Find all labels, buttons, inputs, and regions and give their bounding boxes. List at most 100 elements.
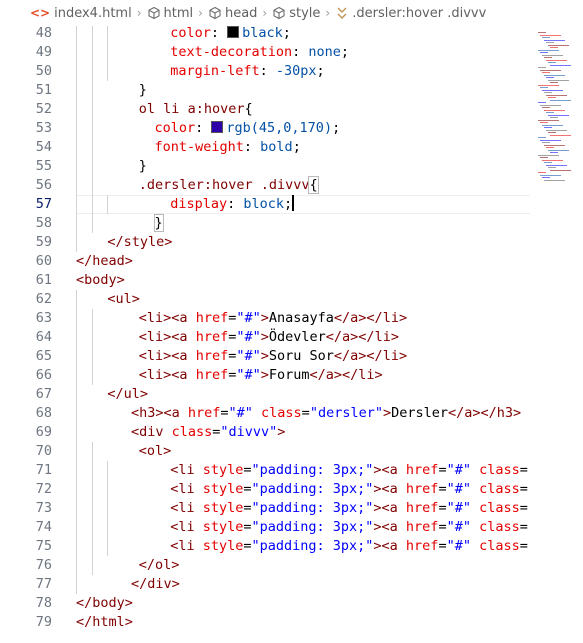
code-line[interactable]: 57 display: block; [0,195,530,214]
indent-guide [76,442,77,461]
code-line[interactable]: 73 <li style="padding: 3px;"><a href="#" … [0,499,530,518]
indent-guide [91,556,93,575]
minimap-line [546,59,567,61]
code-token: ; [316,63,325,79]
code-token: <body> [76,272,125,288]
minimap-line [544,57,552,58]
code-line[interactable]: 79 </html> [0,613,530,632]
code-token: <li [170,519,203,535]
code-line[interactable]: 68 <h3><a href="#" class="dersler">Dersle… [0,404,530,423]
code-text: display: block; [170,195,295,214]
line-number: 50 [35,63,52,79]
code-token: ; [340,44,350,60]
code-line[interactable]: 58} [0,214,530,233]
code-token: text-decoration [170,44,293,60]
code-token: font-weight [154,139,244,155]
code-token: = [519,519,528,535]
indent-guide [91,138,93,157]
breadcrumb-item[interactable]: head [208,6,257,21]
line-number: 71 [35,462,52,478]
line-number: 73 [35,500,52,516]
code-text: margin-left: -30px; [170,62,324,81]
code-editor[interactable]: 48 color: black; 49 text-decoration: none; 5… [0,26,530,643]
indent-guide [91,43,93,62]
code-text: <li><a href="#">Forum</a></li> [139,366,383,385]
code-text: } [139,81,147,100]
code-text: <h3><a href="#" class="dersler">Dersler<… [131,404,521,423]
code-line[interactable]: 70 <ol> [0,442,530,461]
minimap-line [544,39,565,41]
minimap-line [550,99,571,101]
minimap-line [542,124,563,126]
minimap[interactable] [530,26,583,643]
code-token: "#" [446,481,471,497]
code-token: = [220,405,229,421]
code-line[interactable]: 52 ol li a:hover{ [0,100,530,119]
code-text: <li><a href="#">Soru Sor</a></li> [139,347,407,366]
code-line[interactable]: 59 </style> [0,233,530,252]
code-line[interactable]: 76 </ol> [0,556,530,575]
code-line[interactable]: 67 </ul> [0,385,530,404]
code-token: <li [170,462,203,478]
breadcrumb-item[interactable]: style [272,6,320,21]
code-line[interactable]: 56 .dersler:hover .divvv{ [0,176,530,195]
code-line[interactable]: 63 <li><a href="#">Anasayfa</a></li> [0,309,530,328]
code-token: </a></li> [333,310,408,326]
code-token: ><a [373,462,406,478]
code-line[interactable]: 66 <li><a href="#">Forum</a></li> [0,366,530,385]
breadcrumb-label: head [224,5,258,21]
line-number: 70 [35,443,52,459]
code-line[interactable]: 53 color: rgb(45,0,170); [0,119,530,138]
code-token: } [138,158,147,174]
code-line[interactable]: 55} [0,157,530,176]
minimap-line [540,174,561,176]
indent-guide [76,385,77,404]
code-line[interactable]: 48 color: black; [0,26,530,43]
indent-guide [107,518,109,537]
code-line[interactable]: 65 <li><a href="#">Soru Sor</a></li> [0,347,530,366]
breadcrumb-item[interactable]: .dersler:hover .divvv [335,6,486,21]
indent-guide [91,461,93,480]
element-icon [208,6,222,20]
minimap-line [544,74,565,76]
code-line[interactable]: 71 <li style="padding: 3px;"><a href="#" … [0,461,530,480]
code-token: > [164,234,173,250]
minimap-line [542,142,550,143]
code-line[interactable]: 62 <ul> [0,290,530,309]
indent-guide [107,537,109,556]
code-line[interactable]: 54 font-weight: bold; [0,138,530,157]
line-number: 61 [35,272,52,288]
breadcrumb-item[interactable]: html [147,6,193,21]
minimap-line [546,164,567,166]
code-line[interactable]: 60 </head> [0,252,530,271]
code-line[interactable]: 74 <li style="padding: 3px;"><a href="#" … [0,518,530,537]
code-token: class [261,405,302,421]
code-token: <li [170,538,203,554]
breadcrumb-item[interactable]: <> index4.html [30,6,132,21]
code-line[interactable]: 69 <div class="divvv"> [0,423,530,442]
code-token: style [202,481,244,497]
code-line[interactable]: 49 text-decoration: none; [0,43,530,62]
minimap-line [540,157,548,158]
code-token: class [171,424,213,440]
minimap-line [542,54,563,56]
code-line[interactable]: 72 <li style="padding: 3px;"><a href="#" … [0,480,530,499]
code-token: href [195,310,229,326]
code-line[interactable]: 64 <li><a href="#">Ödevler</a></li> [0,328,530,347]
code-line[interactable]: 51} [0,81,530,100]
color-swatch-icon[interactable] [227,26,240,38]
code-token: <li><a [138,348,196,364]
code-line[interactable]: 61 <body> [0,271,530,290]
code-line[interactable]: 78 </body> [0,594,530,613]
minimap-line [548,44,569,46]
code-text: </div> [131,575,180,594]
code-text: </head> [76,252,133,271]
indent-guide [76,214,77,233]
code-line[interactable]: 50 margin-left: -30px; [0,62,530,81]
code-line[interactable]: 75 <li style="padding: 3px;"><a href="#" … [0,537,530,556]
code-line[interactable]: 77 </div> [0,575,530,594]
line-number: 49 [35,44,52,60]
color-swatch-icon[interactable] [211,121,224,133]
